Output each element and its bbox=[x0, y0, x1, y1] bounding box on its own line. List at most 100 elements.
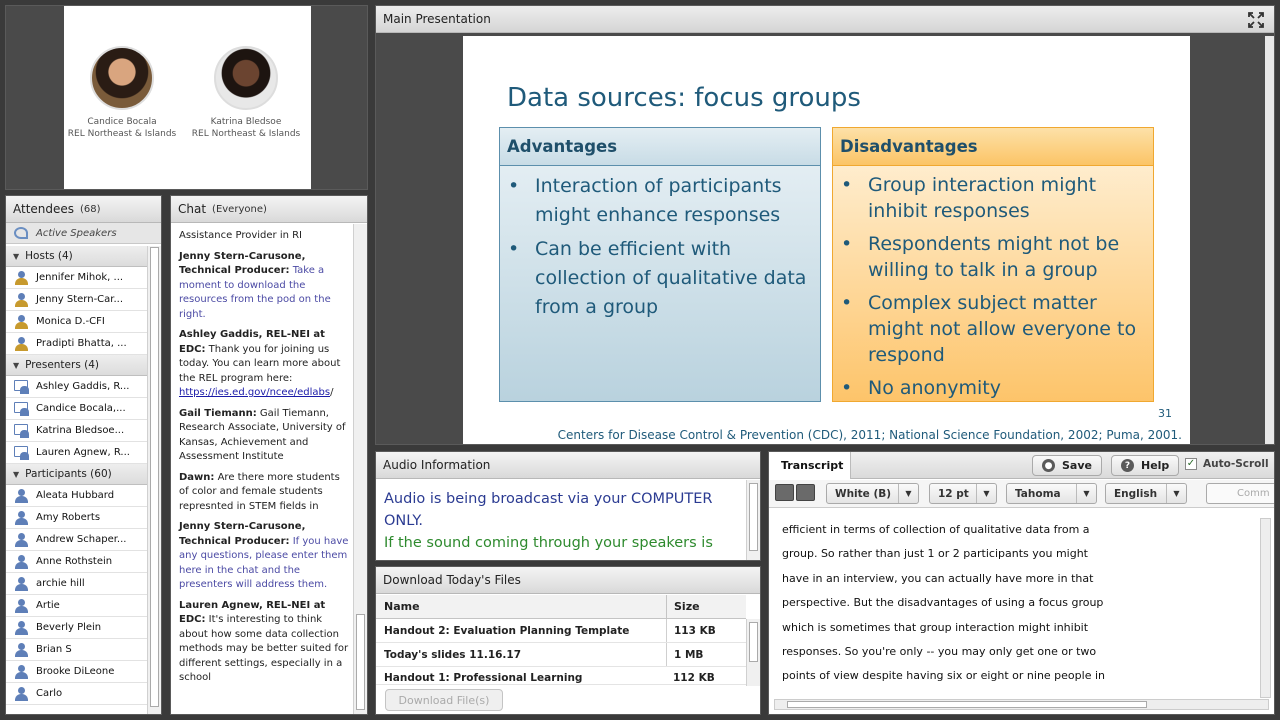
audio-notice: Audio is being broadcast via your COMPUT… bbox=[384, 488, 744, 554]
list-item[interactable]: Carlo bbox=[6, 683, 149, 705]
host-icon bbox=[14, 292, 28, 307]
transcript-line: have in an interview, you can actually h… bbox=[782, 571, 1094, 585]
table-row[interactable]: Handout 1: Professional Learning 112 KB bbox=[376, 667, 746, 685]
presenter-org: REL Northeast & Islands bbox=[67, 129, 177, 139]
scrollbar-thumb[interactable] bbox=[749, 483, 758, 551]
advantages-heading: Advantages bbox=[500, 128, 820, 166]
transcript-hscrollbar[interactable] bbox=[774, 699, 1269, 710]
list-item[interactable]: Jennifer Mihok, ... bbox=[6, 267, 149, 289]
avatar bbox=[90, 46, 154, 110]
chat-message: Jenny Stern-Carusone, Technical Producer… bbox=[179, 250, 349, 323]
font-family-select[interactable]: Tahoma ▼ bbox=[1006, 483, 1097, 504]
list-item[interactable]: Amy Roberts bbox=[6, 507, 149, 529]
audio-line-2: If the sound coming through your speaker… bbox=[384, 535, 713, 551]
attendees-header: Attendees (68) bbox=[6, 196, 161, 223]
comment-field[interactable]: Comm bbox=[1206, 483, 1274, 504]
list-item[interactable]: Katrina Bledsoe... bbox=[6, 420, 149, 442]
table-row[interactable]: Handout 2: Evaluation Planning Template … bbox=[376, 619, 746, 643]
file-size: 112 KB bbox=[673, 672, 715, 684]
presentation-scrollbar[interactable] bbox=[1265, 36, 1274, 444]
participant-icon bbox=[14, 664, 28, 679]
list-item[interactable]: Beverly Plein bbox=[6, 617, 149, 639]
transcript-line: efficient in terms of collection of qual… bbox=[782, 523, 1090, 536]
presenter-name: Katrina Bledsoe bbox=[210, 117, 282, 127]
font-family-value: Tahoma bbox=[1015, 487, 1061, 500]
attendee-name: Andrew Schaper... bbox=[36, 534, 127, 545]
presenter-icon bbox=[13, 445, 29, 460]
font-size-select[interactable]: 12 pt ▼ bbox=[929, 483, 997, 504]
host-icon bbox=[14, 336, 28, 351]
attendee-scrollbar[interactable] bbox=[147, 246, 161, 714]
save-icon: ● bbox=[1042, 459, 1055, 472]
column-name-header[interactable]: Name bbox=[376, 600, 666, 613]
list-item[interactable]: Anne Rothstein bbox=[6, 551, 149, 573]
help-button[interactable]: ? Help bbox=[1111, 455, 1180, 476]
participant-icon bbox=[14, 576, 28, 591]
files-scrollbar[interactable] bbox=[746, 619, 760, 686]
host-icon bbox=[14, 314, 28, 329]
list-item[interactable]: Artie bbox=[6, 595, 149, 617]
chat-text-suffix: / bbox=[330, 387, 334, 398]
scrollbar-thumb[interactable] bbox=[749, 622, 758, 662]
camera-pod: Candice Bocala REL Northeast & Islands K… bbox=[5, 5, 368, 190]
disadvantage-item: Group interaction might inhibit response… bbox=[841, 172, 1147, 224]
list-item[interactable]: Brian S bbox=[6, 639, 149, 661]
main-presentation-title: Main Presentation bbox=[383, 12, 491, 26]
list-item[interactable]: Lauren Agnew, R... bbox=[6, 442, 149, 464]
main-presentation-pod: Main Presentation Data sources: focus gr… bbox=[375, 5, 1275, 445]
participant-icon bbox=[14, 686, 28, 701]
transcript-vscrollbar[interactable] bbox=[1260, 518, 1271, 698]
attendee-list: ▼ Hosts (4) Jennifer Mihok, ... Jenny Ste… bbox=[6, 246, 149, 705]
caption-color-select[interactable]: White (B) ▼ bbox=[826, 483, 919, 504]
list-item[interactable]: archie hill bbox=[6, 573, 149, 595]
chat-link[interactable]: https://ies.ed.gov/ncee/edlabs bbox=[179, 387, 330, 398]
table-row[interactable]: Today's slides 11.16.17 1 MB bbox=[376, 643, 746, 667]
list-item[interactable]: Brooke DiLeone bbox=[6, 661, 149, 683]
language-select[interactable]: English ▼ bbox=[1105, 483, 1187, 504]
transcript-line: responses. So you're only -- you may onl… bbox=[782, 645, 1097, 659]
list-item[interactable]: Pradipti Bhatta, ... bbox=[6, 333, 149, 355]
fullscreen-icon[interactable] bbox=[1248, 12, 1264, 28]
chat-scrollbar[interactable] bbox=[353, 224, 367, 714]
scrollbar-thumb[interactable] bbox=[150, 247, 159, 707]
participant-icon bbox=[14, 532, 28, 547]
list-item[interactable]: Aleata Hubbard bbox=[6, 485, 149, 507]
tab-transcript[interactable]: Transcript bbox=[769, 452, 851, 479]
advantage-item: Can be efficient with collection of qual… bbox=[508, 235, 814, 322]
files-table-header: Name Size bbox=[376, 595, 746, 619]
chat-text: Assistance Provider in RI bbox=[179, 230, 303, 241]
group-hosts[interactable]: ▼ Hosts (4) bbox=[6, 246, 149, 267]
column-size-header[interactable]: Size bbox=[666, 595, 746, 618]
group-label: Participants (60) bbox=[25, 468, 112, 480]
layout-single-icon[interactable] bbox=[775, 484, 794, 501]
layout-split-icon[interactable] bbox=[796, 484, 815, 501]
color-value: White (B) bbox=[835, 487, 892, 500]
transcript-header: Transcript ● Save ? Help ✓ Auto-Scroll bbox=[769, 452, 1274, 479]
attendee-name: Ashley Gaddis, R... bbox=[36, 381, 130, 392]
group-presenters[interactable]: ▼ Presenters (4) bbox=[6, 355, 149, 376]
audio-line-1: Audio is being broadcast via your COMPUT… bbox=[384, 491, 713, 529]
scrollbar-thumb[interactable] bbox=[356, 614, 365, 710]
auto-scroll-toggle[interactable]: ✓ Auto-Scroll bbox=[1185, 458, 1269, 470]
help-label: Help bbox=[1141, 459, 1170, 472]
list-item[interactable]: Candice Bocala,... bbox=[6, 398, 149, 420]
list-item[interactable]: Ashley Gaddis, R... bbox=[6, 376, 149, 398]
chat-scope[interactable]: (Everyone) bbox=[212, 204, 267, 215]
active-speakers-row[interactable]: Active Speakers bbox=[6, 223, 161, 244]
list-item[interactable]: Monica D.-CFI bbox=[6, 311, 149, 333]
list-item[interactable]: Jenny Stern-Car... bbox=[6, 289, 149, 311]
audio-scrollbar[interactable] bbox=[746, 480, 760, 560]
file-name: Handout 1: Professional Learning bbox=[384, 672, 583, 684]
list-item[interactable]: Andrew Schaper... bbox=[6, 529, 149, 551]
checkbox-checked-icon[interactable]: ✓ bbox=[1185, 458, 1197, 470]
scrollbar-thumb[interactable] bbox=[787, 701, 1147, 708]
save-label: Save bbox=[1062, 459, 1092, 472]
group-participants[interactable]: ▼ Participants (60) bbox=[6, 464, 149, 485]
chat-header: Chat (Everyone) bbox=[171, 196, 367, 223]
attendees-count: (68) bbox=[80, 203, 101, 215]
chat-sender: Jenny Stern-Carusone, Technical Producer… bbox=[179, 521, 306, 547]
save-button[interactable]: ● Save bbox=[1032, 455, 1102, 476]
download-files-button[interactable]: Download File(s) bbox=[385, 689, 503, 711]
attendee-name: Candice Bocala,... bbox=[36, 403, 126, 414]
attendee-name: Pradipti Bhatta, ... bbox=[36, 338, 127, 349]
